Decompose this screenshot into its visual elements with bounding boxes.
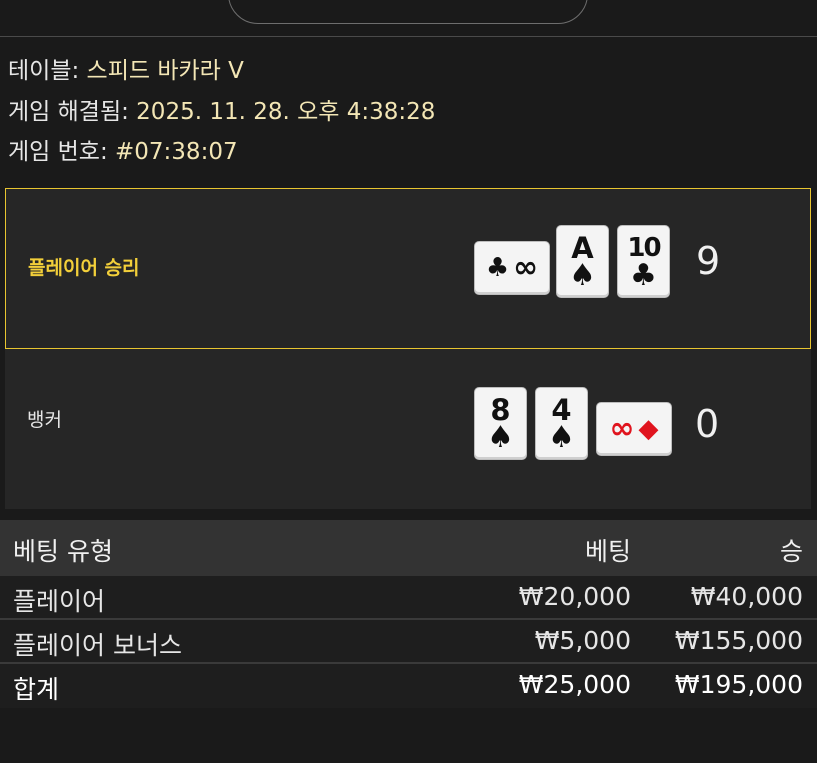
row-win-amount: ₩40,000	[690, 582, 803, 611]
table-label: 테이블:	[8, 58, 87, 84]
infinity-icon: ∞	[513, 250, 539, 285]
resolved-info: 게임 해결됨: 2025. 11. 28. 오후 4:38:28	[8, 98, 435, 126]
game-number-label: 게임 번호:	[8, 139, 116, 165]
spade-icon: ♠	[569, 257, 596, 293]
spade-icon: ♠	[548, 419, 575, 455]
total-win-amount: ₩195,000	[674, 670, 803, 699]
player-score: 9	[696, 239, 721, 283]
row-win-amount: ₩155,000	[674, 626, 803, 655]
total-bet-amount: ₩25,000	[518, 670, 631, 699]
game-number-value: #07:38:07	[115, 139, 238, 165]
row-bet-type: 플레이어 보너스	[13, 631, 182, 660]
player-card-3: 10 ♣	[617, 225, 670, 298]
resolved-value: 2025. 11. 28. 오후 4:38:28	[136, 99, 436, 125]
banker-card-3: ∞ ◆	[596, 402, 672, 456]
banker-score: 0	[695, 402, 720, 446]
diamond-icon: ◆	[638, 414, 659, 444]
resolved-label: 게임 해결됨:	[8, 99, 137, 125]
player-result-panel: 플레이어 승리 ♣ ∞ A ♠ 10 ♣ 9	[5, 188, 811, 349]
banker-label: 뱅커	[27, 409, 62, 431]
total-label: 합계	[13, 675, 60, 704]
banker-card-2: 4 ♠	[535, 387, 588, 460]
table-row: 플레이어 ₩20,000 ₩40,000	[0, 576, 817, 620]
club-icon: ♣	[630, 257, 657, 293]
header-bet: 베팅	[584, 537, 631, 566]
row-bet-amount: ₩20,000	[518, 582, 631, 611]
infinity-icon: ∞	[609, 411, 635, 446]
row-bet-type: 플레이어	[13, 587, 106, 616]
table-info: 테이블: 스피드 바카라 V	[8, 57, 244, 85]
header-win: 승	[779, 537, 803, 566]
top-tab-outline	[228, 0, 588, 24]
top-divider	[0, 36, 817, 37]
header-bet-type: 베팅 유형	[13, 537, 113, 566]
player-card-2: A ♠	[556, 225, 609, 298]
bet-table-header: 베팅 유형 베팅 승	[0, 520, 817, 576]
player-win-label: 플레이어 승리	[28, 257, 140, 279]
total-row: 합계 ₩25,000 ₩195,000	[0, 664, 817, 708]
bet-table: 베팅 유형 베팅 승 플레이어 ₩20,000 ₩40,000 플레이어 보너스…	[0, 520, 817, 708]
spade-icon: ♠	[487, 419, 514, 455]
banker-card-1: 8 ♠	[474, 387, 527, 460]
table-row: 플레이어 보너스 ₩5,000 ₩155,000	[0, 620, 817, 664]
banker-result-panel: 뱅커 8 ♠ 4 ♠ ∞ ◆ 0	[5, 349, 811, 509]
row-bet-amount: ₩5,000	[534, 626, 631, 655]
table-value: 스피드 바카라 V	[86, 58, 244, 84]
club-icon: ♣	[485, 253, 510, 283]
player-card-1: ♣ ∞	[474, 241, 550, 295]
game-number-info: 게임 번호: #07:38:07	[8, 138, 238, 166]
